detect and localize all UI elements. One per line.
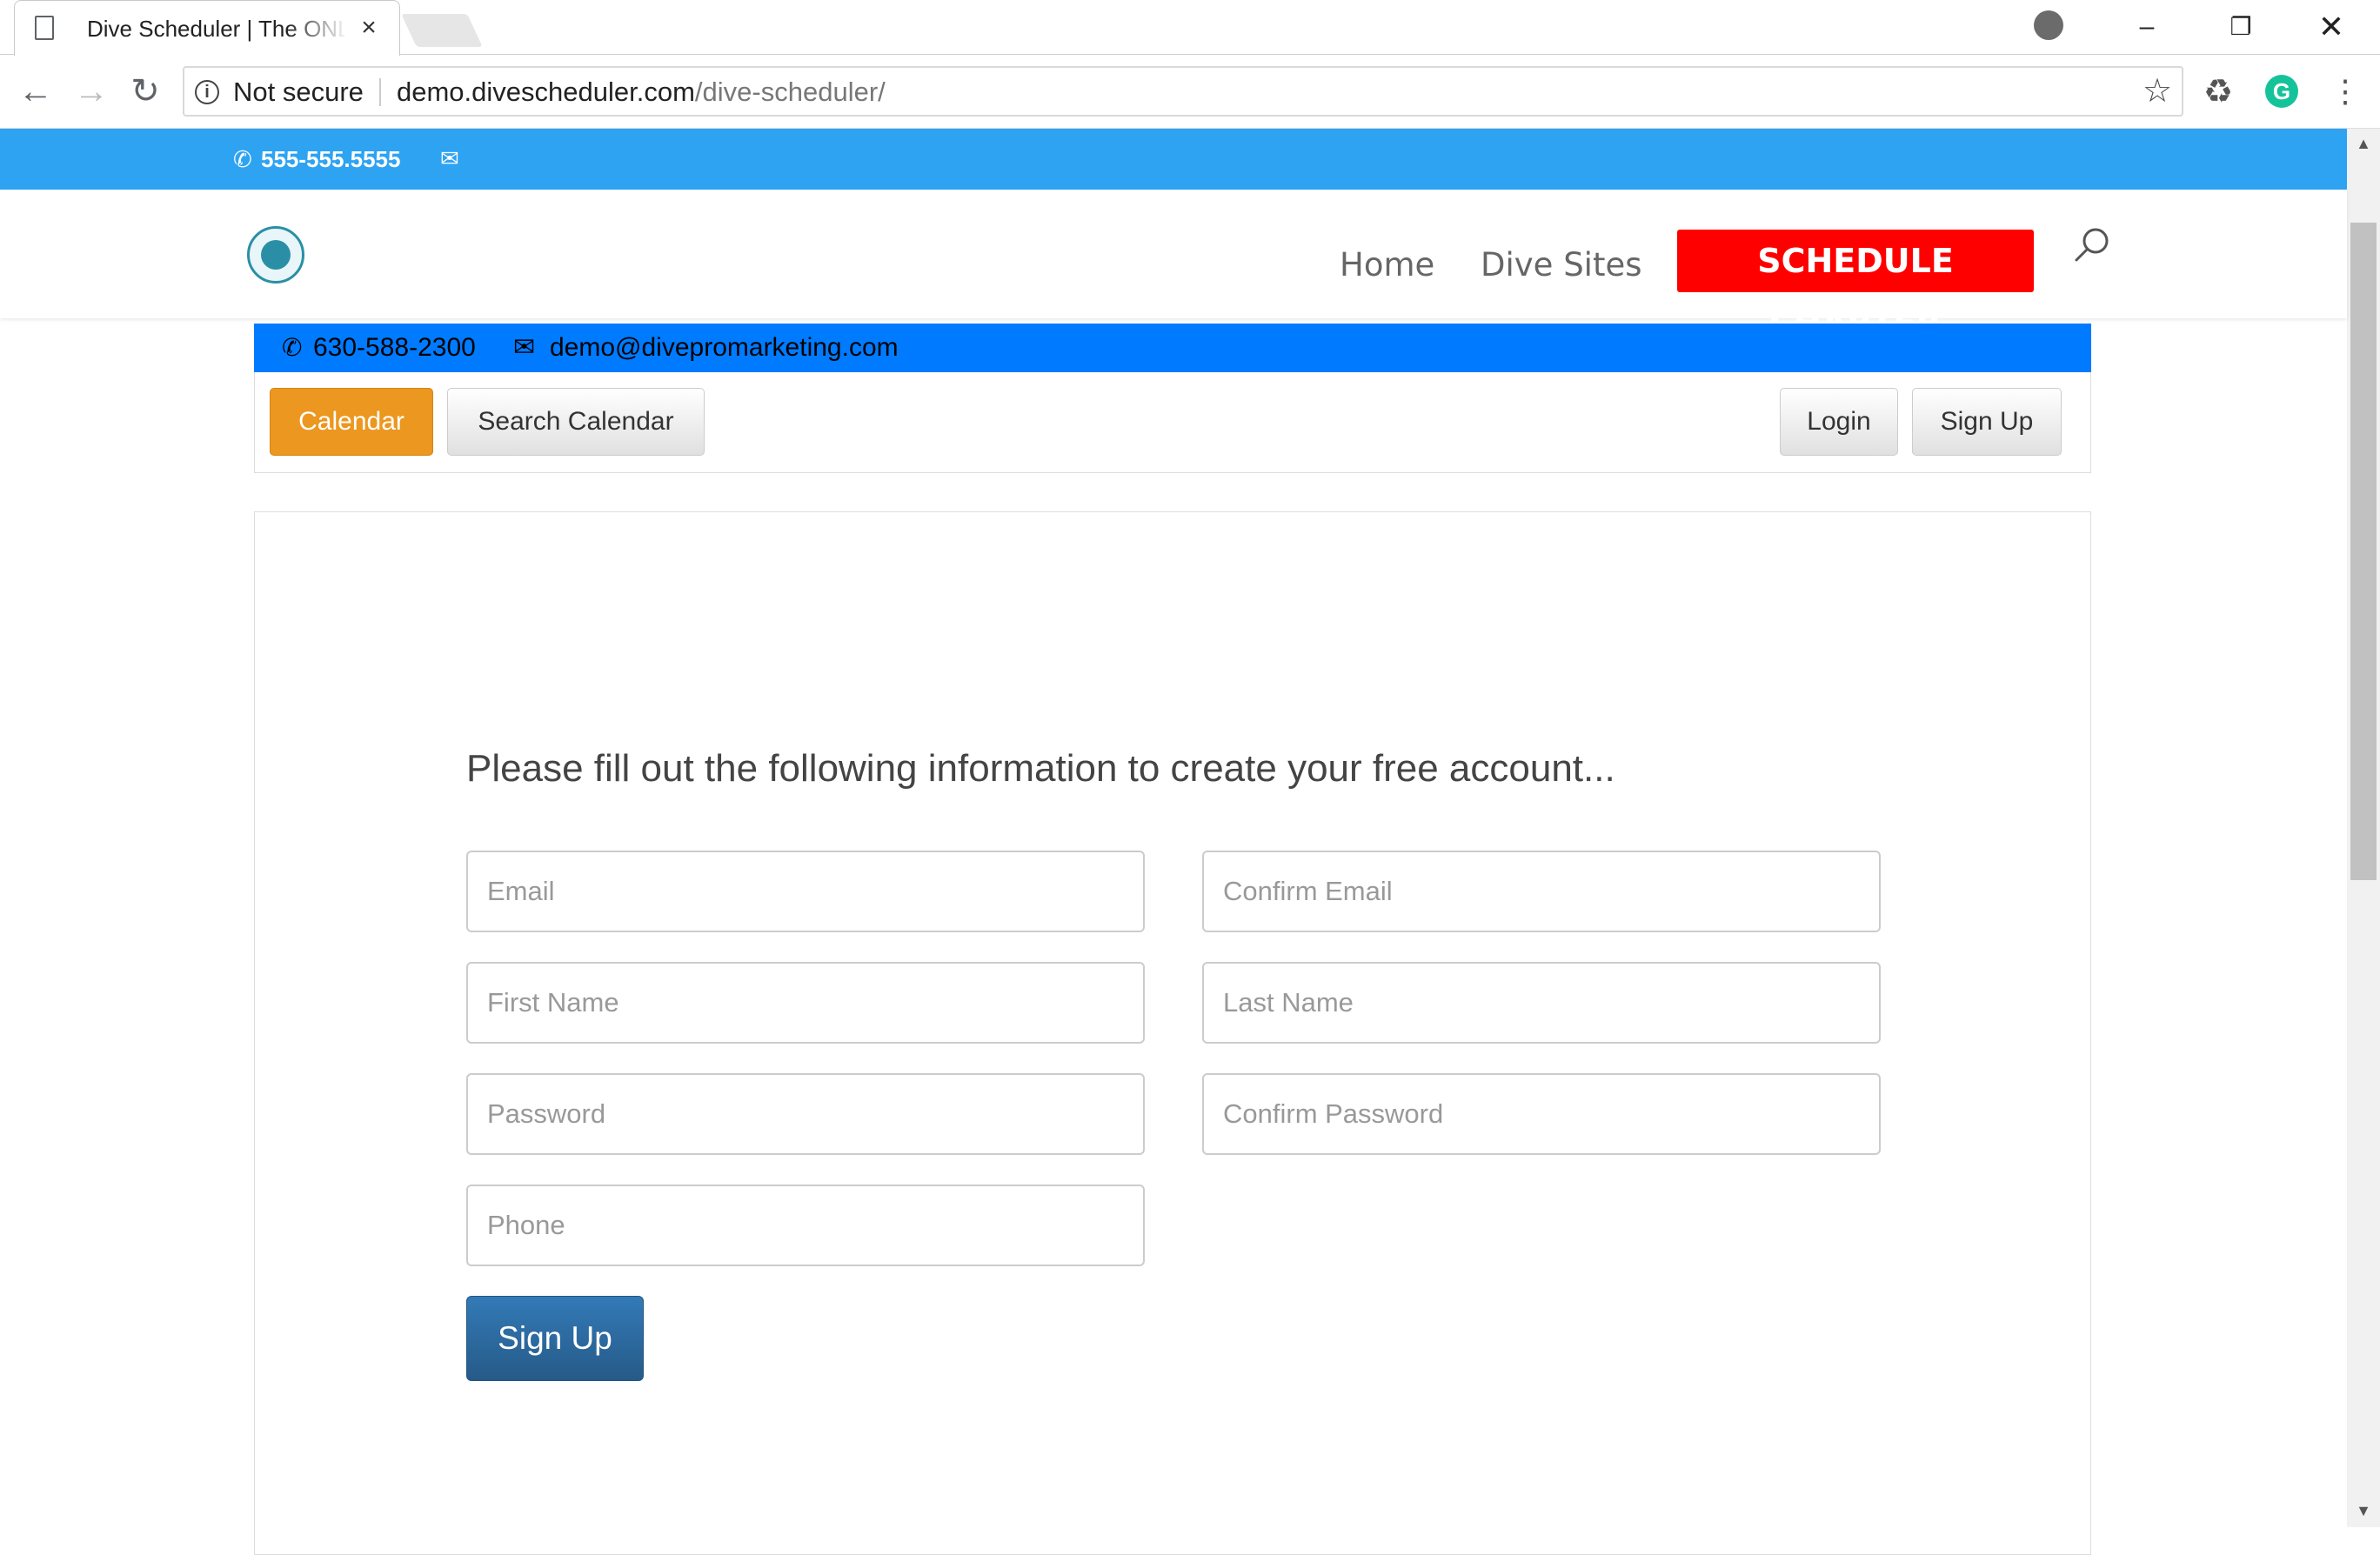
email-field[interactable] <box>466 851 1145 932</box>
nav-home-link[interactable]: Home <box>1340 244 1434 287</box>
grammarly-icon[interactable]: G <box>2265 75 2298 108</box>
url-path: /dive-scheduler/ <box>694 77 886 107</box>
security-label[interactable]: Not secure <box>233 75 364 110</box>
logo-emblem <box>261 240 291 270</box>
search-icon[interactable] <box>2072 224 2112 264</box>
scrollbar-thumb[interactable] <box>2350 223 2377 880</box>
login-button[interactable]: Login <box>1780 388 1898 456</box>
browser-menu-icon[interactable]: ⋮ <box>2328 71 2363 111</box>
info-icon[interactable]: i <box>195 80 219 104</box>
calendar-button[interactable]: Calendar <box>270 388 433 456</box>
nav-dive-sites-link[interactable]: Dive Sites <box>1481 244 1642 287</box>
address-bar-divider <box>379 78 381 106</box>
url-text[interactable]: demo.divescheduler.com/dive-scheduler/ <box>397 75 886 110</box>
top-bar-phone[interactable]: 555-555.5555 <box>261 144 400 174</box>
page-icon <box>35 16 54 40</box>
form-heading: Please fill out the following informatio… <box>466 747 1615 790</box>
scroll-up-icon[interactable]: ▲ <box>2347 130 2380 157</box>
schedule-charter-button[interactable]: SCHEDULE CHARTER <box>1677 230 2034 343</box>
close-tab-icon[interactable]: × <box>353 12 384 43</box>
minimize-icon[interactable]: – <box>2121 5 2173 49</box>
scroll-down-icon[interactable]: ▼ <box>2347 1498 2380 1524</box>
envelope-icon: ✉ <box>513 333 536 362</box>
tab-title-fade <box>287 9 348 49</box>
phone-icon: ✆ <box>233 146 252 172</box>
restore-icon[interactable]: ❐ <box>2215 5 2267 49</box>
phone-icon: ✆ <box>282 334 303 361</box>
bookmark-star-icon[interactable]: ☆ <box>2138 71 2176 111</box>
confirm-password-field[interactable] <box>1202 1073 1881 1155</box>
last-name-field[interactable] <box>1202 962 1881 1044</box>
profile-icon[interactable] <box>2034 10 2063 40</box>
password-field[interactable] <box>466 1073 1145 1155</box>
url-host: demo.divescheduler.com <box>397 77 695 107</box>
search-calendar-button[interactable]: Search Calendar <box>447 388 705 456</box>
scheduler-phone: 630-588-2300 <box>313 333 476 362</box>
scheduler-email[interactable]: demo@divepromarketing.com <box>550 334 899 362</box>
back-arrow-icon[interactable]: ← <box>14 65 57 117</box>
forward-arrow-icon[interactable]: → <box>70 65 113 117</box>
phone-field[interactable] <box>466 1185 1145 1266</box>
extension-icon[interactable]: ♻ <box>2197 73 2239 111</box>
reload-icon[interactable]: ↻ <box>124 65 167 117</box>
first-name-field[interactable] <box>466 962 1145 1044</box>
close-window-icon[interactable]: ✕ <box>2305 5 2357 49</box>
signup-nav-button[interactable]: Sign Up <box>1912 388 2062 456</box>
signup-submit-button[interactable]: Sign Up <box>466 1296 644 1381</box>
confirm-email-field[interactable] <box>1202 851 1881 932</box>
mail-icon[interactable]: ✉ <box>440 144 466 172</box>
